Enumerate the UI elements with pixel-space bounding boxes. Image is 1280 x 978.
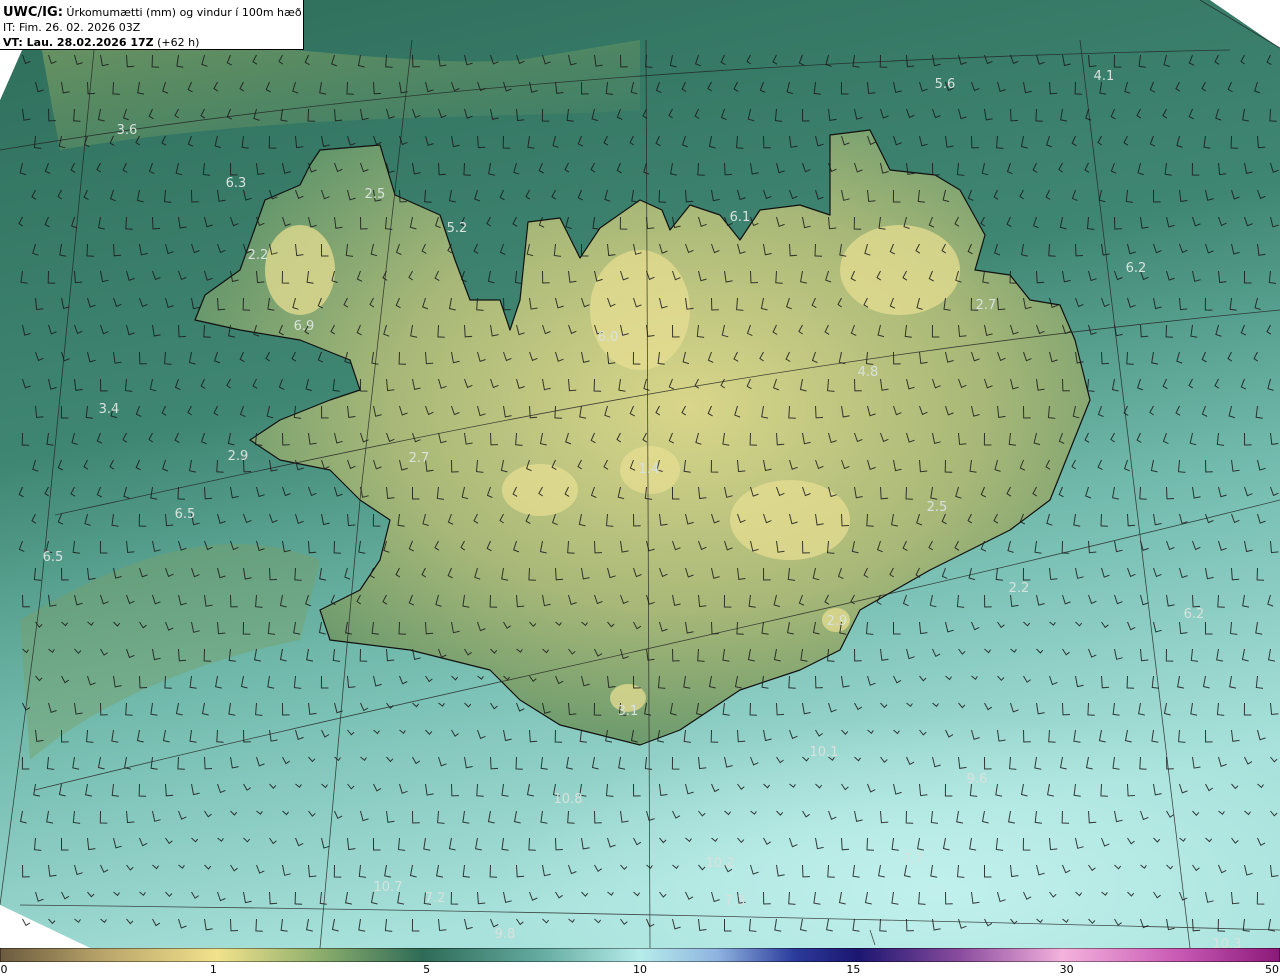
valid-time: VT: Lau. 28.02.2026 17Z [3,36,154,49]
value-label: 7.7 [903,852,924,867]
colorbar-tick-15: 15 [846,963,861,976]
value-label: 6.3 [226,176,247,191]
value-label: 6.2 [1126,261,1147,276]
title-line: UWC/IG: Úrkomumætti (mm) og vindur í 100… [3,5,303,20]
value-label: 6.5 [175,507,196,522]
value-label: 6.5 [43,550,64,565]
colorbar-tick-30: 30 [1059,963,1074,976]
colorbar-tick-10: 10 [633,963,647,976]
value-label: 7.3 [725,894,746,909]
value-label: 2.2 [1009,581,1030,596]
colorbar-tick-5: 5 [423,963,431,976]
value-label: 3.6 [117,123,138,138]
precipitation-wind-map: 5.6 4.1 3.6 6.3 2.5 5.2 6.1 2.2 6.2 2.7 6.9 6.0 4.8 3… [0,0,1280,948]
value-label: 5.6 [935,77,956,92]
value-label: 4.8 [858,365,879,380]
lead-time: (+62 h) [157,36,200,49]
value-label: 5.2 [447,221,468,236]
title-box: UWC/IG: Úrkomumætti (mm) og vindur í 100… [0,0,304,50]
value-label: 7.2 [425,891,446,906]
value-label: 6.1 [730,210,751,225]
colorbar [0,948,1280,962]
colorbar-tick-50: 50 [1265,963,1279,976]
value-label: 9.8 [495,927,516,942]
model-label: UWC/IG: [3,5,63,20]
value-label: 2.5 [927,500,948,515]
value-label: 4.1 [1094,69,1115,84]
value-label: 2.9 [827,614,848,629]
value-label: 3.4 [99,402,120,417]
colorbar-tick-0: 0 [0,963,8,976]
value-label: 10.7 [374,880,403,895]
value-label: 2.7 [409,451,430,466]
value-label: 9.6 [967,772,988,787]
issue-time: IT: Fim. 26. 02. 2026 03Z [3,21,141,34]
valid-time-line: VT: Lau. 28.02.2026 17Z (+62 h) [3,35,303,50]
value-label: 6.0 [598,330,619,345]
value-label: 10.1 [810,745,839,760]
value-label: 10.3 [1213,937,1242,948]
value-label: 6.2 [1184,607,1205,622]
value-label: 10.8 [554,792,583,807]
value-label: 2.7 [976,298,997,313]
colorbar-tick-1: 1 [209,963,217,976]
value-label: 1.4 [639,462,660,477]
value-label: 2.2 [248,248,269,263]
value-label: 10.2 [706,856,735,871]
value-label: 3.1 [618,704,639,719]
value-label: 2.9 [228,449,249,464]
value-label: 6.9 [294,319,315,334]
map-description: Úrkomumætti (mm) og vindur í 100m hæð [66,6,302,19]
value-label: 2.5 [365,187,386,202]
